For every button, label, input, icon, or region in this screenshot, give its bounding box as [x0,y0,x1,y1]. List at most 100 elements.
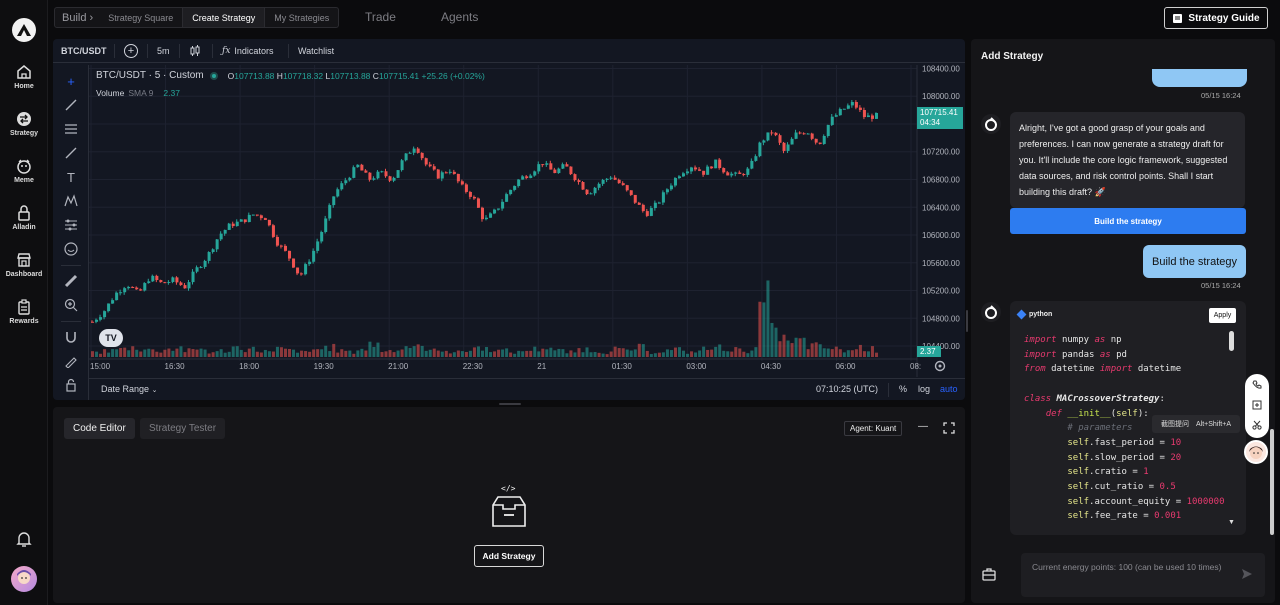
candle-body [794,132,798,139]
scissors-icon[interactable] [1252,420,1262,430]
minimize-button[interactable]: — [918,421,928,432]
tab-my-strategies[interactable]: My Strategies [265,8,338,27]
trendline-icon[interactable] [62,96,80,114]
candle-body [283,245,287,251]
sidebar-item-strategy[interactable]: Strategy [0,103,48,145]
panel-resize-handle[interactable] [499,403,521,405]
interval-selector[interactable]: 5m [157,46,170,56]
candle-body [573,174,577,181]
candle-body [561,164,565,169]
volume-bar [838,349,842,357]
chat-scrollbar[interactable] [1270,429,1274,535]
assistant-avatar[interactable] [1244,440,1268,464]
fullscreen-button[interactable] [943,422,955,437]
candle-body [730,173,734,176]
volume-bar [456,350,460,357]
chat-input[interactable]: Current energy points: 100 (can be used … [1021,553,1265,597]
candle-body [509,189,513,195]
candle-type-button[interactable] [189,45,201,59]
tab-strategy-tester[interactable]: Strategy Tester [140,418,226,439]
toolbox-button[interactable] [981,566,997,585]
ruler-icon[interactable] [62,272,80,290]
volume-bar [722,350,726,357]
chart-settings-button[interactable] [933,359,947,373]
volume-bar [686,353,690,357]
candle-body [155,275,159,281]
pattern-icon[interactable] [62,192,80,210]
sidebar-item-alladin[interactable]: Alladin [0,197,48,239]
zoom-in-icon[interactable] [62,296,80,314]
tab-create-strategy[interactable]: Create Strategy [183,8,266,27]
sidebar-item-meme[interactable]: Meme [0,150,48,192]
sidebar-item-dashboard[interactable]: Dashboard [0,244,48,286]
candle-body [456,173,460,182]
candle-body [171,277,175,282]
add-strategy-button[interactable]: Add Strategy [474,545,544,567]
sidebar-item-home[interactable]: Home [0,56,48,98]
nav-agents[interactable]: Agents [441,10,478,24]
inbox-icon [492,496,526,527]
auto-toggle[interactable]: auto [940,384,958,394]
text-icon[interactable]: T [62,168,80,186]
volume-bar [734,347,738,357]
candle-body [91,321,95,323]
side-resize-handle[interactable] [966,310,968,332]
candle-body [364,170,368,173]
volume-bar [328,351,332,357]
magnet-icon[interactable] [62,328,80,346]
build-label[interactable]: Build › [55,8,99,27]
lock-drawings-icon[interactable] [62,376,80,394]
agent-selector[interactable]: Agent: Kuant [844,421,903,436]
forecast-icon[interactable] [62,216,80,234]
brush-icon[interactable] [62,144,80,162]
utc-clock[interactable]: 07:10:25 (UTC) [816,384,878,394]
notifications-button[interactable] [15,530,33,551]
user-avatar[interactable] [11,566,37,592]
candle-body [207,252,211,261]
volume-bar [746,353,750,357]
divider [61,321,81,322]
symbol-selector[interactable]: BTC/USDT [61,46,107,56]
user-message-bubble: Build the strategy [1143,245,1246,278]
nav-trade[interactable]: Trade [365,10,396,24]
volume-bar [215,351,219,357]
candle-body [372,178,376,180]
date-range-button[interactable]: Date Range ⌄ [101,384,157,394]
send-icon[interactable] [1241,568,1253,580]
candle-body [167,281,171,283]
sidebar-item-rewards[interactable]: Rewards [0,291,48,333]
build-strategy-button[interactable]: Build the strategy [1010,208,1246,234]
sidebar: Home Strategy Meme Alladin Dashboard Rew… [0,0,48,605]
apply-button[interactable]: Apply [1209,308,1236,323]
scroll-down-icon[interactable]: ▼ [1228,519,1235,526]
volume-bar [641,344,645,357]
compare-plus-icon[interactable]: + [124,43,138,58]
volume-bar [766,280,770,357]
percent-toggle[interactable]: % [899,384,907,394]
code-scrollbar[interactable] [1229,331,1234,351]
emoji-icon[interactable] [62,240,80,258]
tab-strategy-square[interactable]: Strategy Square [99,8,184,27]
crosshair-icon[interactable]: + [62,72,80,90]
time-tick-label: 08: [910,362,921,371]
capture-icon[interactable] [1252,400,1262,410]
app-logo[interactable] [12,18,36,42]
stay-in-drawing-icon[interactable] [62,352,80,370]
volume-bar [545,349,549,357]
watchlist-button[interactable]: Watchlist [298,46,334,56]
candle-body [609,177,613,179]
candle-body [300,273,304,275]
tab-code-editor[interactable]: Code Editor [64,418,135,439]
phone-icon[interactable] [1252,380,1262,390]
candle-body [673,178,677,186]
candle-body [119,292,123,294]
log-toggle[interactable]: log [918,384,930,394]
strategy-guide-button[interactable]: Strategy Guide [1164,7,1268,29]
price-chart[interactable]: 108400.00108000.00107600.00107200.001068… [89,65,965,377]
tradingview-logo[interactable]: TV [99,329,123,347]
indicators-button[interactable]: ƒx Indicators [222,46,273,56]
volume-bar [448,353,452,357]
fib-icon[interactable] [62,120,80,138]
candle-body [480,207,484,220]
volume-bar [179,346,183,357]
